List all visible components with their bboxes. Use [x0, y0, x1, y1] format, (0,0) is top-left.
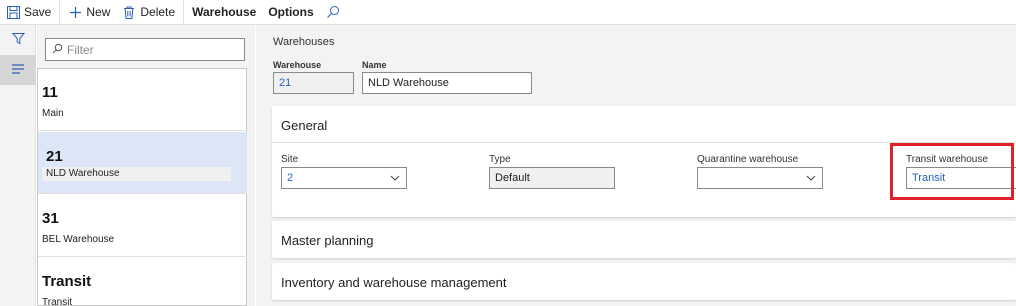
search-icon	[52, 43, 63, 57]
list-view-button[interactable]	[0, 55, 36, 85]
search-button[interactable]	[320, 0, 350, 24]
plus-icon	[68, 5, 82, 19]
trash-icon	[122, 5, 136, 19]
chevron-down-icon	[390, 173, 400, 186]
options-tab-label: Options	[268, 5, 314, 19]
inventory-header: Inventory and warehouse management	[281, 275, 507, 290]
master-planning-fasttab[interactable]: Master planning	[272, 221, 1016, 258]
site-label: Site	[281, 154, 299, 165]
filter-pane-button[interactable]	[0, 25, 36, 55]
new-label: New	[86, 5, 111, 19]
type-label: Type	[489, 154, 511, 165]
master-planning-header: Master planning	[281, 233, 374, 248]
general-header[interactable]: General	[281, 118, 327, 133]
list-item-id: 21	[46, 148, 63, 165]
list-item-id: Transit	[42, 273, 92, 290]
list-item-name: Transit	[42, 297, 73, 306]
list-item-name: NLD Warehouse	[42, 167, 231, 181]
list-pane: 11 Main 21 NLD Warehouse 31 BEL Warehous…	[37, 25, 255, 306]
site-dropdown[interactable]: 2	[281, 167, 407, 189]
site-value: 2	[287, 172, 294, 184]
quarantine-dropdown[interactable]	[697, 167, 823, 189]
quarantine-label: Quarantine warehouse	[697, 154, 799, 165]
search-icon	[326, 5, 340, 19]
list-item[interactable]: 11 Main	[38, 69, 247, 131]
warehouse-tab[interactable]: Warehouse	[186, 0, 262, 24]
list-scrollbar[interactable]	[247, 68, 254, 306]
filter-field[interactable]	[45, 38, 245, 61]
list-item[interactable]: Transit Transit	[38, 258, 247, 306]
warehouse-tab-label: Warehouse	[192, 5, 257, 19]
options-tab[interactable]: Options	[262, 0, 319, 24]
list-item-name: BEL Warehouse	[42, 234, 115, 245]
delete-label: Delete	[140, 5, 176, 19]
name-field[interactable]: NLD Warehouse	[362, 72, 532, 94]
list-item[interactable]: 31 BEL Warehouse	[38, 195, 247, 257]
list-item-id: 31	[42, 210, 59, 227]
inventory-fasttab[interactable]: Inventory and warehouse management	[272, 263, 1016, 300]
list-item-selected[interactable]: 21 NLD Warehouse	[38, 132, 247, 194]
save-icon	[6, 5, 20, 19]
funnel-icon	[11, 32, 25, 48]
page-title: Warehouses	[273, 36, 335, 48]
list-item-name: Main	[42, 108, 64, 119]
highlight-box	[890, 143, 1014, 200]
filter-input[interactable]	[67, 42, 237, 57]
save-label: Save	[24, 5, 52, 19]
delete-button[interactable]: Delete	[116, 0, 181, 24]
navigation-rail	[0, 25, 36, 306]
new-button[interactable]: New	[62, 0, 116, 24]
name-field-label: Name	[362, 60, 387, 70]
list-lines-icon	[11, 63, 25, 78]
type-field[interactable]: Default	[489, 167, 615, 189]
warehouse-field[interactable]: 21	[273, 72, 354, 94]
action-pane: Save New Delete Warehouse Options	[0, 0, 1016, 25]
warehouse-field-label: Warehouse	[273, 60, 322, 70]
list-item-id: 11	[42, 84, 58, 101]
chevron-down-icon	[806, 173, 816, 186]
warehouse-list: 11 Main 21 NLD Warehouse 31 BEL Warehous…	[37, 68, 247, 306]
save-button[interactable]: Save	[0, 0, 57, 24]
